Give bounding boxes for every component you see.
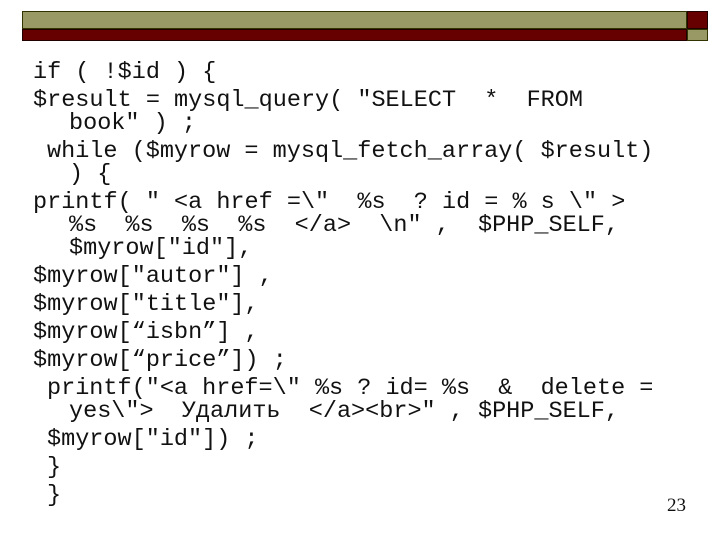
code-line: printf( " <a href =\" %s ? id = % s \" > (33, 189, 626, 216)
header-corner-olive-square (687, 29, 708, 41)
code-line-group: while ($myrow = mysql_fetch_array( $resu… (33, 138, 693, 188)
code-line-group: printf( " <a href =\" %s ? id = % s \" >… (33, 189, 693, 262)
slide-header-bar (22, 11, 708, 41)
code-line: $myrow["title"], (33, 291, 259, 318)
code-line-group: printf("<a href=\" %s ? id= %s & delete … (33, 375, 693, 425)
code-line: if ( !$id ) { (33, 59, 217, 86)
code-line-continuation: ) { (69, 161, 112, 188)
header-bar-red-stripe (22, 29, 687, 41)
code-line-group: $result = mysql_query( "SELECT * FROM bo… (33, 87, 693, 137)
code-line: printf("<a href=\" %s ? id= %s & delete … (47, 375, 654, 402)
code-line: $myrow["id"]) ; (47, 426, 259, 453)
code-line-continuation: book" ) ; (69, 110, 196, 137)
code-line-group: } (33, 482, 693, 509)
code-line-continuation: yes\"> Удалить </a><br>" , $PHP_SELF, (69, 398, 619, 425)
code-line-continuation: $myrow["id"], (69, 235, 253, 262)
code-block: if ( !$id ) { $result = mysql_query( "SE… (33, 59, 693, 509)
code-line: $result = mysql_query( "SELECT * FROM (33, 87, 583, 114)
code-line: $myrow[“isbn”] , (33, 319, 259, 346)
header-corner-red-square (687, 11, 708, 29)
code-line-continuation: %s %s %s %s </a> \n" , $PHP_SELF, (69, 212, 619, 239)
slide-page-number: 23 (667, 495, 686, 516)
code-line: } (47, 454, 62, 481)
code-line-group: $myrow["id"]) ; (33, 426, 693, 453)
code-line: $myrow[“price”]) ; (33, 347, 287, 374)
code-line: $myrow["autor"] , (33, 263, 273, 290)
code-line: } (47, 482, 62, 509)
code-line: while ($myrow = mysql_fetch_array( $resu… (47, 138, 654, 165)
code-line-group: } (33, 454, 693, 481)
header-bar-olive-stripe (22, 11, 687, 29)
